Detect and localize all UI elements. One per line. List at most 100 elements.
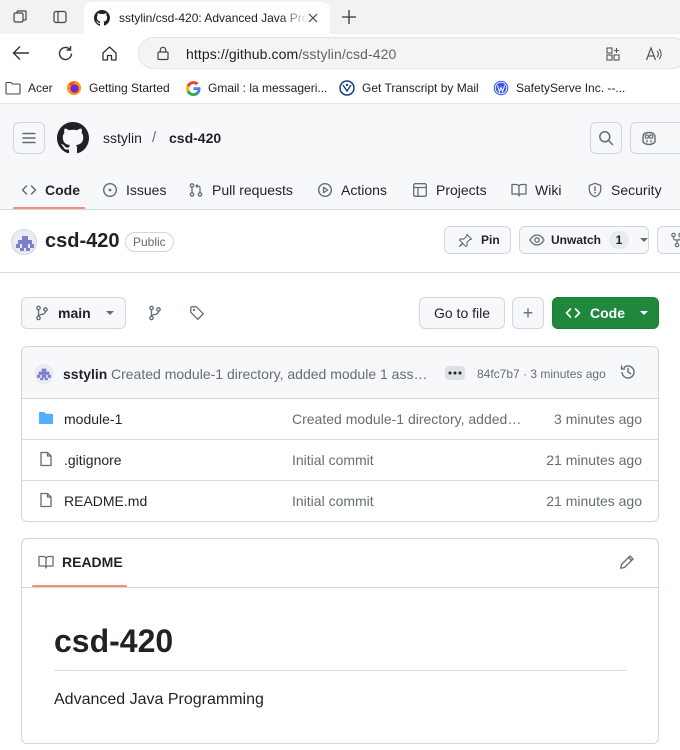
tab-label: Code bbox=[45, 182, 80, 198]
url-path: /sstylin/csd-420 bbox=[298, 46, 397, 62]
code-dropdown-button[interactable]: Code bbox=[552, 297, 659, 329]
browser-tab-active[interactable]: sstylin/csd-420: Advanced Java Programmi… bbox=[84, 2, 330, 34]
code-icon bbox=[565, 305, 581, 321]
lock-icon[interactable] bbox=[155, 45, 171, 61]
file-age: 21 minutes ago bbox=[546, 452, 642, 468]
readme-header: README bbox=[22, 539, 658, 588]
bookmark-label: SafetyServe Inc. --... bbox=[516, 81, 626, 95]
branch-selector[interactable]: main bbox=[21, 297, 126, 329]
file-commit-message[interactable]: Initial commit bbox=[292, 493, 522, 509]
tab-pull-requests[interactable]: Pull requests bbox=[188, 177, 293, 203]
avatar[interactable] bbox=[34, 364, 54, 384]
github-logo-icon[interactable] bbox=[57, 122, 89, 154]
search-icon bbox=[599, 131, 614, 146]
tab-actions[interactable]: Actions bbox=[317, 177, 387, 203]
latest-commit-bar: sstylin Created module-1 directory, adde… bbox=[22, 347, 658, 399]
watch-count: 1 bbox=[609, 231, 630, 249]
folder-icon bbox=[38, 410, 54, 426]
tab-actions-icon[interactable] bbox=[50, 7, 70, 27]
file-commit-message[interactable]: Initial commit bbox=[292, 452, 522, 468]
code-label: Code bbox=[590, 305, 625, 321]
repo-name[interactable]: csd-420 bbox=[45, 230, 120, 253]
back-icon[interactable] bbox=[10, 42, 32, 64]
visibility-badge: Public bbox=[125, 232, 174, 252]
tab-label: Security bbox=[611, 182, 662, 198]
bookmark-getting-started[interactable]: Getting Started bbox=[66, 80, 170, 96]
table-row[interactable]: README.md Initial commit 21 minutes ago bbox=[22, 481, 658, 521]
breadcrumb-repo[interactable]: csd-420 bbox=[169, 130, 221, 146]
new-tab-icon[interactable] bbox=[338, 6, 360, 28]
edit-pencil-icon[interactable] bbox=[619, 554, 635, 570]
bookmarks-bar: Acer Getting Started Gmail : la messager… bbox=[0, 72, 680, 104]
search-button[interactable] bbox=[590, 122, 622, 154]
caret-down-icon bbox=[639, 310, 649, 316]
bookmark-gmail[interactable]: Gmail : la messageri... bbox=[185, 80, 327, 96]
close-tab-icon[interactable] bbox=[305, 10, 321, 26]
repo-title-row: csd-420 Public Pin Unwatch 1 bbox=[0, 210, 680, 273]
file-name[interactable]: README.md bbox=[64, 493, 147, 509]
tab-label: Projects bbox=[436, 182, 487, 198]
bookmark-label: Getting Started bbox=[89, 81, 170, 95]
address-row: https://github.com/sstylin/csd-420 bbox=[0, 34, 680, 72]
fork-icon bbox=[670, 232, 680, 248]
menu-button[interactable] bbox=[13, 122, 45, 154]
tags-icon[interactable] bbox=[188, 304, 206, 322]
bookmark-acer[interactable]: Acer bbox=[5, 80, 53, 96]
file-name[interactable]: module-1 bbox=[64, 411, 122, 427]
fork-button[interactable] bbox=[657, 226, 680, 254]
bookmark-label: Gmail : la messageri... bbox=[208, 81, 328, 95]
file-icon bbox=[38, 451, 54, 467]
commit-hash-time[interactable]: 84fc7b7 · 3 minutes ago bbox=[477, 367, 606, 381]
watch-label: Unwatch bbox=[551, 233, 602, 247]
tab-security[interactable]: Security bbox=[587, 177, 662, 203]
copilot-button[interactable] bbox=[630, 122, 680, 154]
bookmark-label: Acer bbox=[28, 81, 53, 95]
expand-commit-button[interactable] bbox=[445, 366, 465, 380]
tab-label: Wiki bbox=[535, 182, 562, 198]
watch-button[interactable]: Unwatch 1 bbox=[519, 226, 649, 254]
read-aloud-icon[interactable] bbox=[644, 44, 664, 64]
breadcrumb-separator: / bbox=[152, 129, 157, 146]
avatar[interactable] bbox=[11, 229, 37, 255]
url-text[interactable]: https://github.com/sstylin/csd-420 bbox=[186, 46, 396, 62]
repo-nav: Code Issues Pull requests Actions Projec… bbox=[0, 168, 680, 210]
breadcrumb-owner[interactable]: sstylin bbox=[103, 130, 142, 146]
commit-author[interactable]: sstylin bbox=[63, 366, 107, 382]
file-age: 21 minutes ago bbox=[546, 493, 642, 509]
shield-icon bbox=[587, 182, 603, 198]
refresh-icon[interactable] bbox=[54, 42, 76, 64]
readme-tab[interactable]: README bbox=[38, 554, 123, 570]
bookmark-safetyserve[interactable]: SafetyServe Inc. --... bbox=[493, 80, 625, 96]
ellipsis-icon bbox=[448, 371, 462, 375]
tab-code[interactable]: Code bbox=[21, 177, 80, 203]
table-row[interactable]: .gitignore Initial commit 21 minutes ago bbox=[22, 440, 658, 481]
caret-down-icon bbox=[639, 237, 649, 243]
table-row[interactable]: module-1 Created module-1 directory, add… bbox=[22, 399, 658, 440]
bookmark-get-transcript[interactable]: Get Transcript by Mail bbox=[339, 80, 479, 96]
folder-icon bbox=[5, 80, 21, 96]
home-icon[interactable] bbox=[98, 42, 120, 64]
file-icon bbox=[38, 492, 54, 508]
go-to-file-label: Go to file bbox=[433, 305, 491, 321]
bookmark-label: Get Transcript by Mail bbox=[362, 81, 479, 95]
file-commit-message[interactable]: Created module-1 directory, added module… bbox=[292, 411, 522, 427]
readme-panel: README csd-420 Advanced Java Programming bbox=[21, 538, 659, 744]
add-file-button[interactable]: + bbox=[512, 297, 544, 329]
file-table: sstylin Created module-1 directory, adde… bbox=[21, 346, 659, 522]
go-to-file-button[interactable]: Go to file bbox=[419, 297, 505, 329]
tab-issues[interactable]: Issues bbox=[102, 177, 166, 203]
commit-message[interactable]: Created module-1 directory, added module… bbox=[111, 366, 429, 382]
pin-button[interactable]: Pin bbox=[444, 226, 511, 254]
tab-title: sstylin/csd-420: Advanced Java Programmi… bbox=[119, 11, 309, 25]
branches-icon[interactable] bbox=[146, 304, 164, 322]
tab-projects[interactable]: Projects bbox=[412, 177, 487, 203]
file-name[interactable]: .gitignore bbox=[64, 452, 122, 468]
app-available-icon[interactable] bbox=[603, 44, 623, 64]
hamburger-icon bbox=[22, 132, 36, 144]
workspaces-icon[interactable] bbox=[10, 7, 30, 27]
history-icon[interactable] bbox=[619, 363, 637, 381]
issue-icon bbox=[102, 182, 118, 198]
github-favicon-icon bbox=[94, 10, 110, 26]
tab-wiki[interactable]: Wiki bbox=[511, 177, 561, 203]
address-bar[interactable]: https://github.com/sstylin/csd-420 bbox=[138, 37, 680, 69]
